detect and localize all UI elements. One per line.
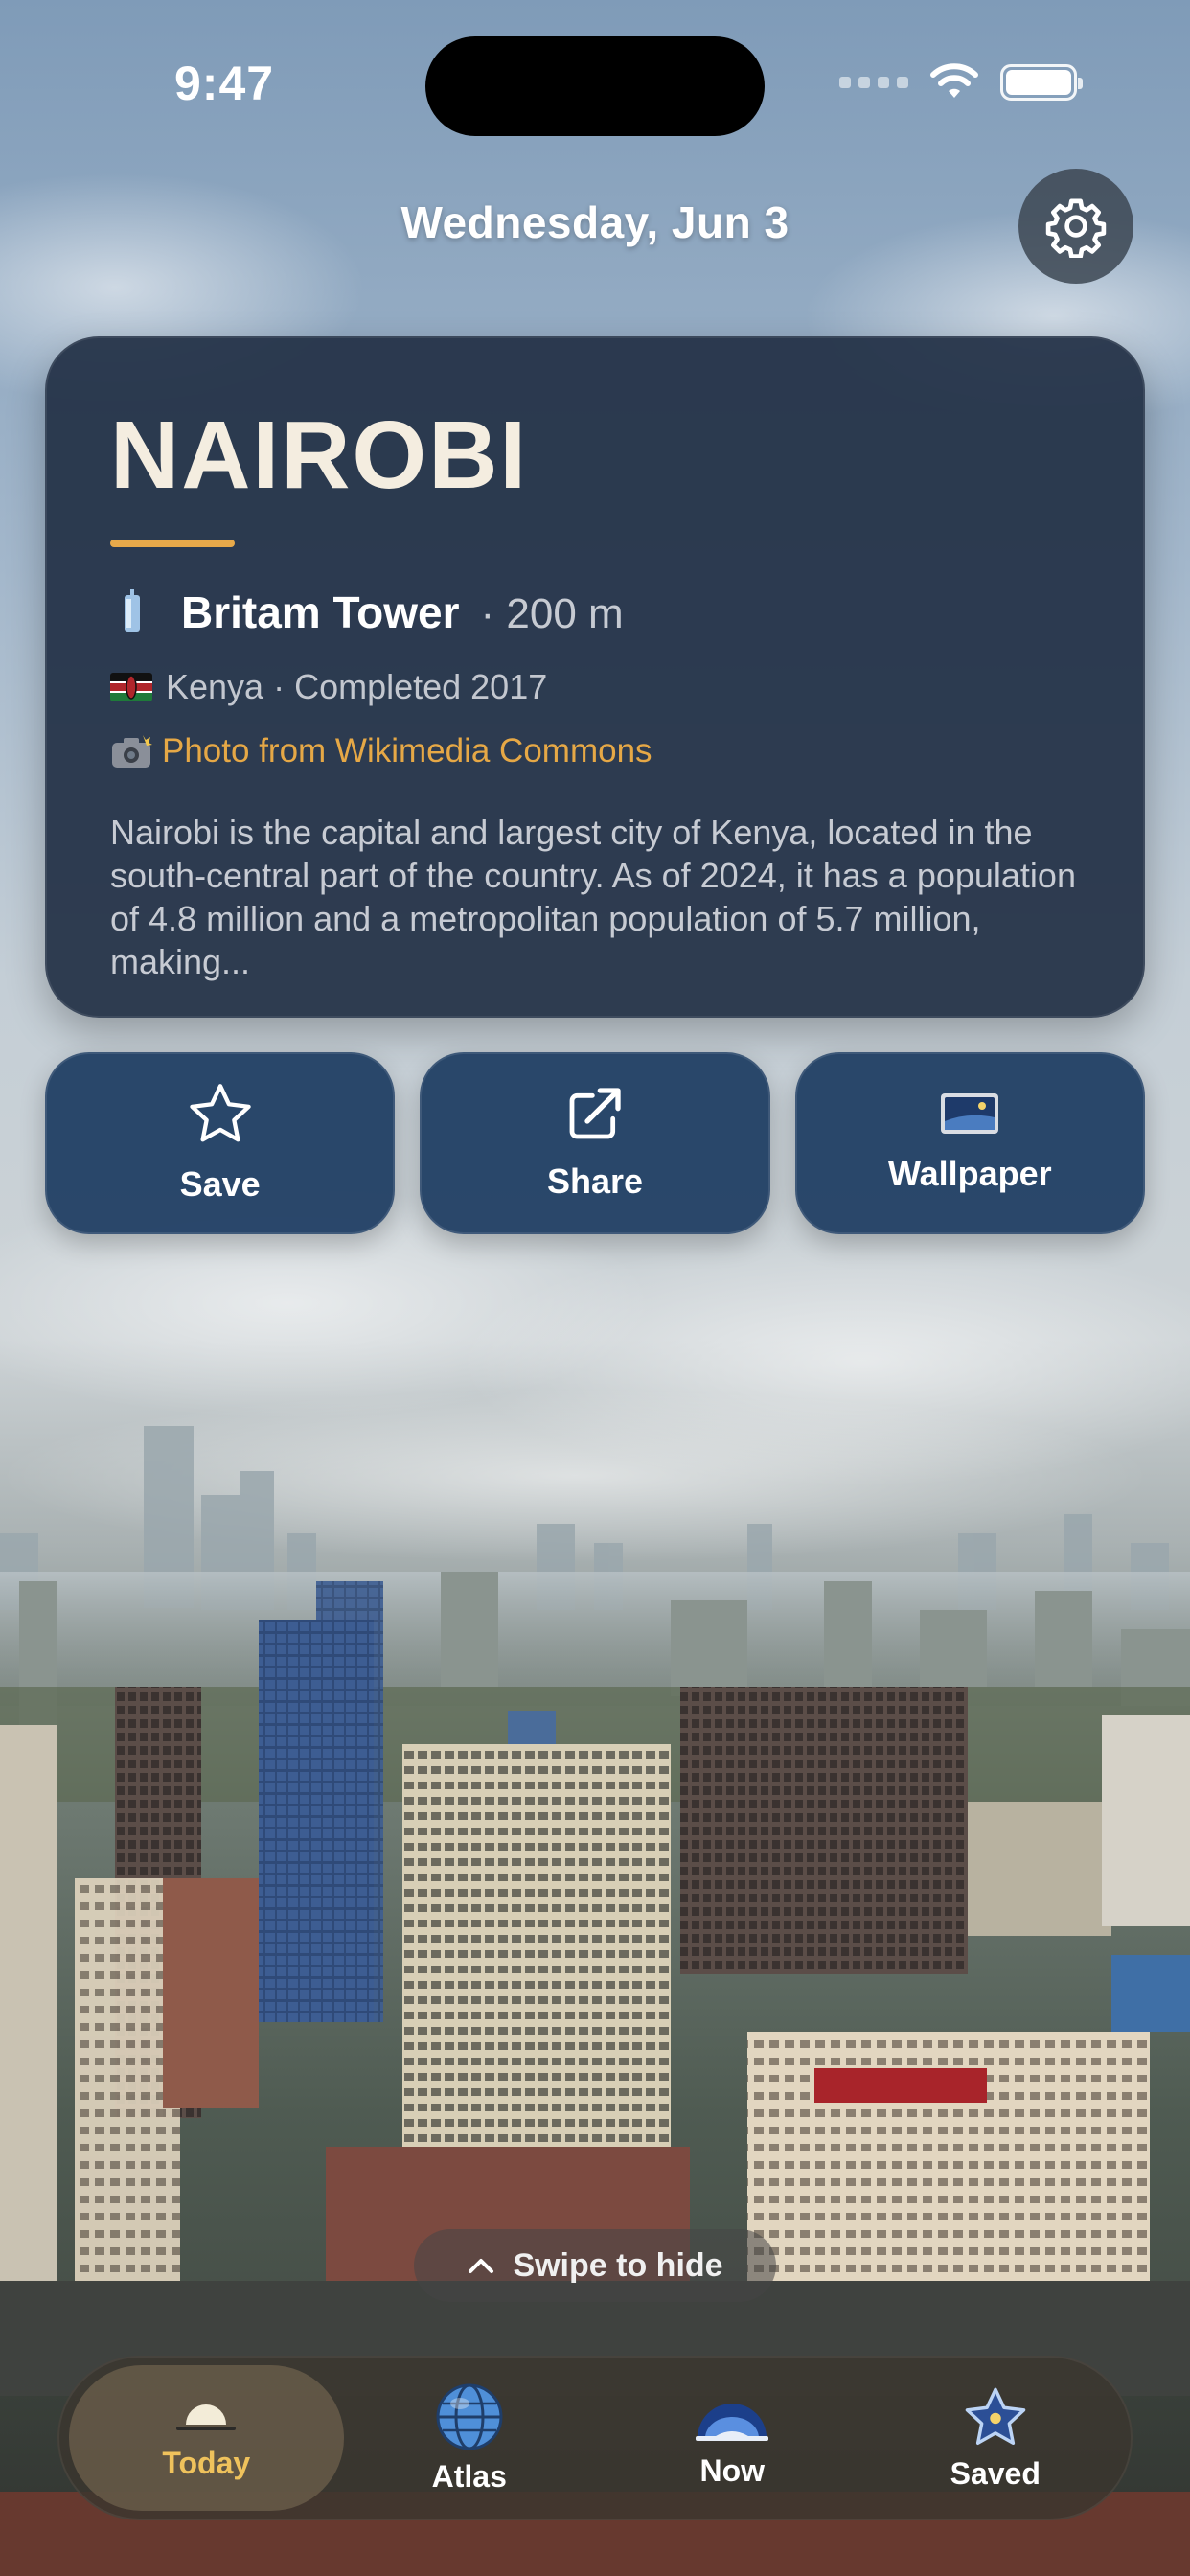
kenya-flag-icon	[110, 673, 152, 702]
share-button[interactable]: Share	[420, 1052, 770, 1234]
globe-icon	[436, 2383, 503, 2450]
dynamic-island	[425, 36, 765, 136]
wallpaper-button[interactable]: Wallpaper	[794, 1052, 1145, 1234]
country-meta: Kenya · Completed 2017	[166, 667, 548, 706]
tab-today-label: Today	[162, 2445, 251, 2480]
wallpaper-label: Wallpaper	[887, 1154, 1052, 1193]
swipe-to-hide-button[interactable]: Swipe to hide	[414, 2229, 776, 2302]
share-icon	[569, 1088, 621, 1139]
gear-icon	[1045, 198, 1107, 258]
camera-flash-icon	[112, 735, 152, 768]
save-button[interactable]: Save	[45, 1052, 396, 1234]
date-label: Wednesday, Jun 3	[400, 197, 790, 247]
status-time: 9:47	[174, 57, 275, 110]
tower-row: Britam Tower · 200 m	[110, 584, 1080, 638]
photo-credit-link[interactable]: Photo from Wikimedia Commons	[162, 732, 652, 770]
tower-height: · 200 m	[480, 590, 624, 637]
city-description: Nairobi is the capital and largest city …	[110, 813, 1076, 981]
photo-credit-row[interactable]: Photo from Wikimedia Commons	[110, 732, 1080, 770]
city-name: NAIROBI	[110, 402, 529, 509]
country-row: Kenya · Completed 2017	[110, 667, 1080, 707]
star-outline-icon	[189, 1084, 251, 1142]
save-label: Save	[179, 1164, 261, 1204]
action-buttons: Save Share Wallpaper	[45, 1052, 1145, 1234]
tab-now-label: Now	[699, 2452, 766, 2488]
chevron-up-icon	[469, 2259, 494, 2273]
tab-saved[interactable]: Saved	[858, 2365, 1133, 2511]
wifi-icon	[930, 63, 978, 98]
horizon-icon	[696, 2403, 769, 2441]
sunrise-icon	[176, 2404, 237, 2430]
battery-icon	[1000, 64, 1083, 101]
cellular-signal-icon	[839, 77, 908, 88]
city-info-card: NAIROBI Britam Tower · 200 m Kenya · Com…	[45, 336, 1145, 1018]
accent-bar	[110, 540, 235, 547]
swipe-hint-label: Swipe to hide	[513, 2246, 723, 2284]
tab-bar: Today Atlas Now Saved	[57, 2356, 1133, 2520]
wallpaper-icon	[941, 1093, 999, 1134]
status-icons	[839, 63, 1083, 102]
tab-saved-label: Saved	[950, 2455, 1041, 2491]
tower-icon	[125, 589, 140, 632]
star-icon	[965, 2387, 1026, 2445]
tab-now[interactable]: Now	[595, 2365, 870, 2511]
tower-name: Britam Tower	[181, 587, 460, 637]
tab-atlas-label: Atlas	[431, 2458, 507, 2494]
share-label: Share	[546, 1162, 644, 1201]
settings-button[interactable]	[1018, 169, 1133, 284]
tab-today[interactable]: Today	[69, 2365, 344, 2511]
tab-atlas[interactable]: Atlas	[332, 2365, 607, 2511]
